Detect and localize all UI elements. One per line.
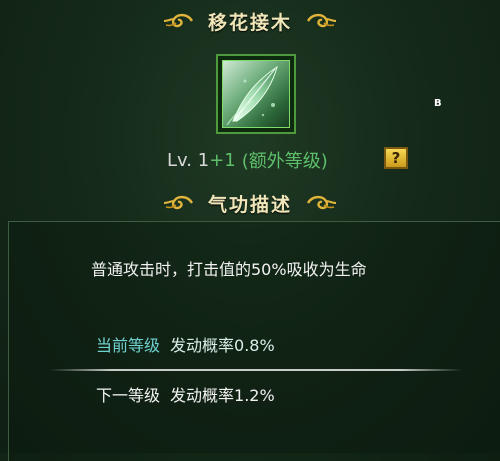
level-bonus: +1	[209, 149, 236, 171]
leaf-blade-graphic	[226, 65, 278, 126]
next-level-value: 发动概率1.2%	[170, 386, 275, 405]
skill-icon-frame[interactable]	[216, 54, 296, 134]
current-level-row: 当前等级 发动概率0.8%	[96, 332, 275, 356]
left-swirl-ornament-icon	[163, 195, 194, 210]
level-extra-label: (额外等级)	[241, 151, 328, 172]
right-swirl-ornament-icon	[306, 13, 337, 28]
description-text: 普通攻击时，打击值的50%吸收为生命	[91, 260, 367, 279]
next-level-label: 下一等级	[96, 386, 161, 405]
leaf-blade-skill-icon	[222, 60, 290, 128]
skill-name: 移花接木	[207, 11, 292, 34]
level-divider	[50, 369, 462, 371]
corner-marker: B	[434, 98, 442, 109]
skill-title-row: 移花接木	[0, 6, 500, 36]
description-header: 气功描述	[207, 193, 292, 216]
right-swirl-ornament-icon	[306, 195, 337, 210]
current-level-label: 当前等级	[96, 336, 161, 355]
current-level-value: 发动概率0.8%	[170, 336, 275, 355]
next-level-row: 下一等级 发动概率1.2%	[96, 382, 275, 406]
skill-level-row: Lv. 1 +1 (额外等级)	[167, 147, 328, 173]
help-button[interactable]: ?	[384, 147, 408, 169]
description-header-row: 气功描述	[0, 188, 500, 218]
left-swirl-ornament-icon	[163, 13, 194, 28]
level-value: Lv. 1	[167, 149, 210, 171]
skill-detail-panel: 移花接木 B Lv. 1 +1 (额外等级) ? 气功描述 普通攻击时，打击值的…	[0, 0, 500, 461]
